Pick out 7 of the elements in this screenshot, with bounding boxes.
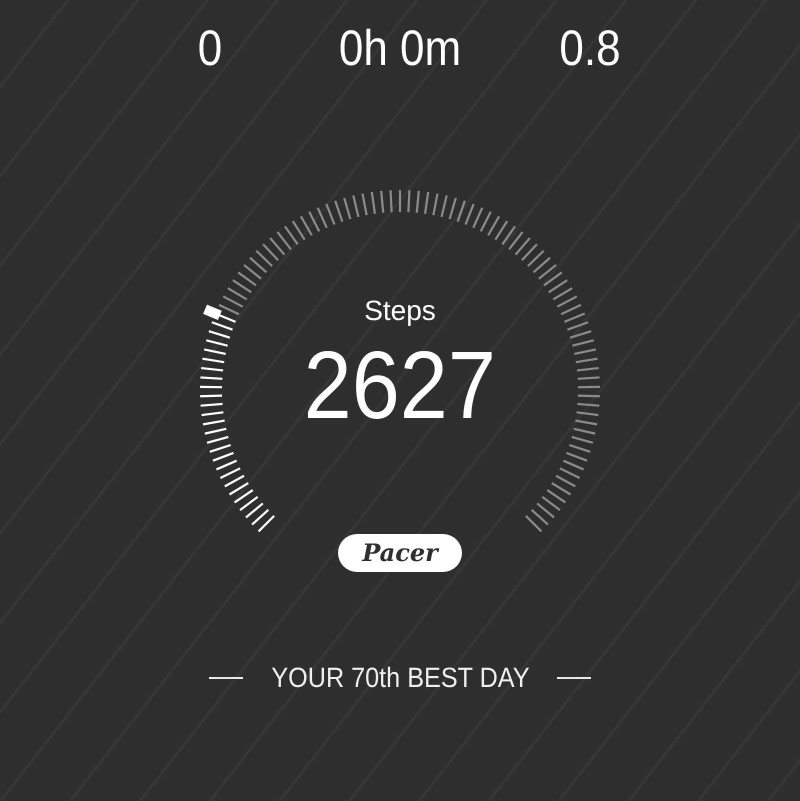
brand-badge: Pacer <box>338 534 462 572</box>
steps-label: Steps <box>364 294 436 328</box>
stat-value: 0h 0m <box>338 19 462 78</box>
stat-value: 0 <box>196 19 224 78</box>
stat-value: 0.8 <box>558 19 622 78</box>
best-day-caption: YOUR 70th BEST DAY <box>270 661 530 695</box>
step-count: 2627 <box>304 336 496 436</box>
